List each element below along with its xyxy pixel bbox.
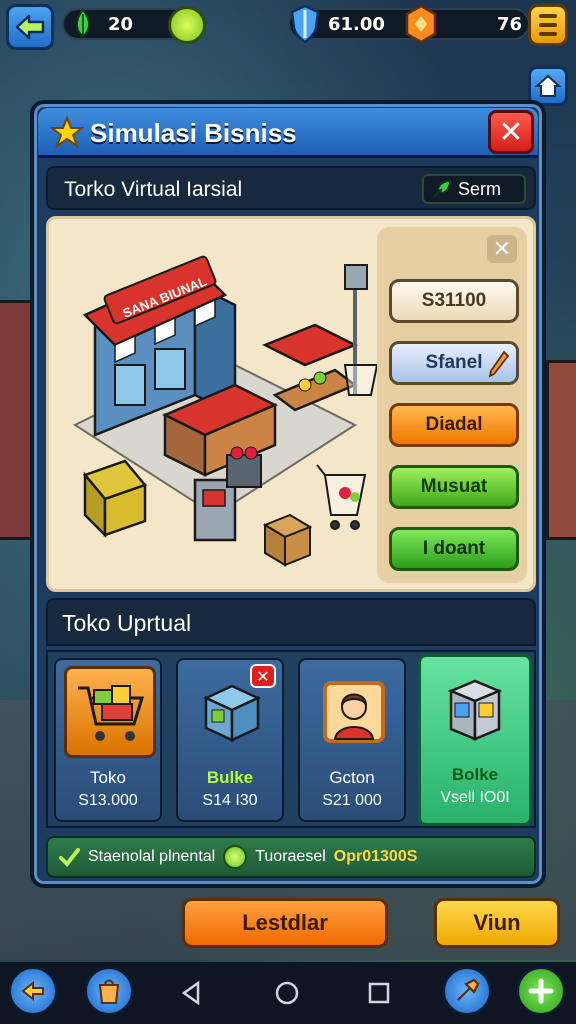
status-bar: Staenolal plnental Tuoraesel Opr01300S <box>46 836 536 878</box>
star-icon <box>50 116 84 149</box>
square-recent-icon[interactable] <box>364 978 394 1008</box>
green-confirm-button[interactable]: I doant <box>389 527 519 571</box>
card-price: Vsell IO0I <box>440 789 510 806</box>
business-simulation-dialog: Simulasi Bisniss ✕ Torko Virtual Iarsial… <box>30 100 546 888</box>
status-text-2: Tuoraesel <box>255 848 326 865</box>
bag-icon <box>98 979 120 1004</box>
shop-card-bolke-selected[interactable]: Bolke Vsell IO0I <box>418 654 532 826</box>
arrow-icon <box>21 980 44 1002</box>
card-price: S14 I30 <box>202 792 258 809</box>
shop-card-bulke[interactable]: ✕ Bulke S14 I30 <box>176 658 284 822</box>
search-label: Serm <box>458 178 502 199</box>
green-action-label: Musuat <box>420 476 488 497</box>
status-text-1: Staenolal plnental <box>88 848 216 865</box>
card-image <box>186 666 278 758</box>
close-button[interactable]: ✕ <box>488 110 534 154</box>
nav-map-button[interactable] <box>8 966 58 1016</box>
card-image <box>64 666 156 758</box>
green-action-button[interactable]: Musuat <box>389 465 519 509</box>
house-right <box>546 360 576 540</box>
card-price: S13.000 <box>78 792 138 809</box>
nav-add-button[interactable] <box>516 966 566 1016</box>
price-button-label: S31100 <box>421 290 487 311</box>
store-scene: SANA BIUNAL ✕ S31100 Sfanel Diadal Musua… <box>46 216 536 592</box>
home-icon <box>535 74 561 97</box>
coin-icon <box>405 4 437 44</box>
energy-value: 20 <box>108 13 134 35</box>
secondary-action-button[interactable]: Viun <box>434 898 560 948</box>
shop-card-gcton[interactable]: Gcton S21 000 <box>298 658 406 822</box>
orange-action-button[interactable]: Diadal <box>389 403 519 447</box>
card-image <box>308 666 400 758</box>
house-left <box>0 300 34 540</box>
store-building-icon <box>203 684 261 742</box>
shop-card-toko[interactable]: Toko S13.000 <box>54 658 162 822</box>
shield-value: 61.00 <box>328 13 385 35</box>
shield-icon <box>290 4 320 44</box>
card-name: Gcton <box>329 768 375 787</box>
check-icon <box>59 848 80 868</box>
action-panel: ✕ S31100 Sfanel Diadal Musuat I doant <box>377 227 527 583</box>
edit-button[interactable]: Sfanel <box>389 341 519 385</box>
primary-action-button[interactable]: Lestdlar <box>182 898 388 948</box>
shop-cards: Toko S13.000 ✕ Bulke S14 I30 Gcton S21 0… <box>46 650 536 828</box>
isometric-store-illustration: SANA BIUNAL <box>72 255 377 567</box>
close-icon: ✕ <box>498 114 524 150</box>
nav-bag-button[interactable] <box>84 966 134 1016</box>
shop-title-bar: Toko Uprtual <box>46 598 536 646</box>
bottom-navigation <box>0 962 576 1024</box>
shopkeeper-portrait-icon <box>323 681 385 743</box>
back-button[interactable] <box>6 4 54 50</box>
orange-action-label: Diadal <box>425 414 483 435</box>
nav-tools-button[interactable] <box>442 966 492 1016</box>
dialog-header: Simulasi Bisniss ✕ <box>38 108 538 158</box>
hammer-icon <box>457 978 480 1001</box>
dialog-title: Simulasi Bisniss <box>90 118 297 148</box>
vending-machine-icon <box>447 679 503 741</box>
back-arrow-icon <box>15 14 45 40</box>
leaf-icon <box>76 8 90 38</box>
edit-button-label: Sfanel <box>425 352 483 373</box>
menu-button[interactable] <box>528 4 568 46</box>
search-button[interactable]: Serm <box>422 174 526 204</box>
subtitle-bar: Torko Virtual Iarsial Serm <box>46 166 536 210</box>
shop-title: Toko Uprtual <box>62 610 192 636</box>
menu-icon <box>539 14 557 18</box>
card-name: Bulke <box>206 768 254 787</box>
close-icon: ✕ <box>492 236 512 262</box>
store-subtitle: Torko Virtual Iarsial <box>64 178 243 201</box>
top-bar: 20 61.00 76 <box>0 0 576 52</box>
primary-action-label: Lestdlar <box>242 910 328 935</box>
shopping-cart-icon <box>78 685 145 741</box>
circle-home-icon[interactable] <box>272 978 302 1008</box>
status-code: Opr01300S <box>333 848 418 865</box>
card-image <box>429 663 521 755</box>
secondary-action-label: Viun <box>473 910 521 935</box>
plus-icon <box>528 978 554 1004</box>
card-price: S21 000 <box>322 792 382 809</box>
leaf-search-icon <box>433 180 451 198</box>
price-button[interactable]: S31100 <box>389 279 519 323</box>
card-name: Bolke <box>451 765 499 784</box>
green-confirm-label: I doant <box>422 538 486 559</box>
gear-icon[interactable] <box>168 6 206 44</box>
back-icon[interactable] <box>176 978 206 1008</box>
ok-icon <box>223 845 248 869</box>
card-name: Toko <box>90 768 126 787</box>
pencil-icon <box>488 350 510 378</box>
coin-value: 76 <box>496 13 522 35</box>
panel-close-button[interactable]: ✕ <box>487 235 517 263</box>
